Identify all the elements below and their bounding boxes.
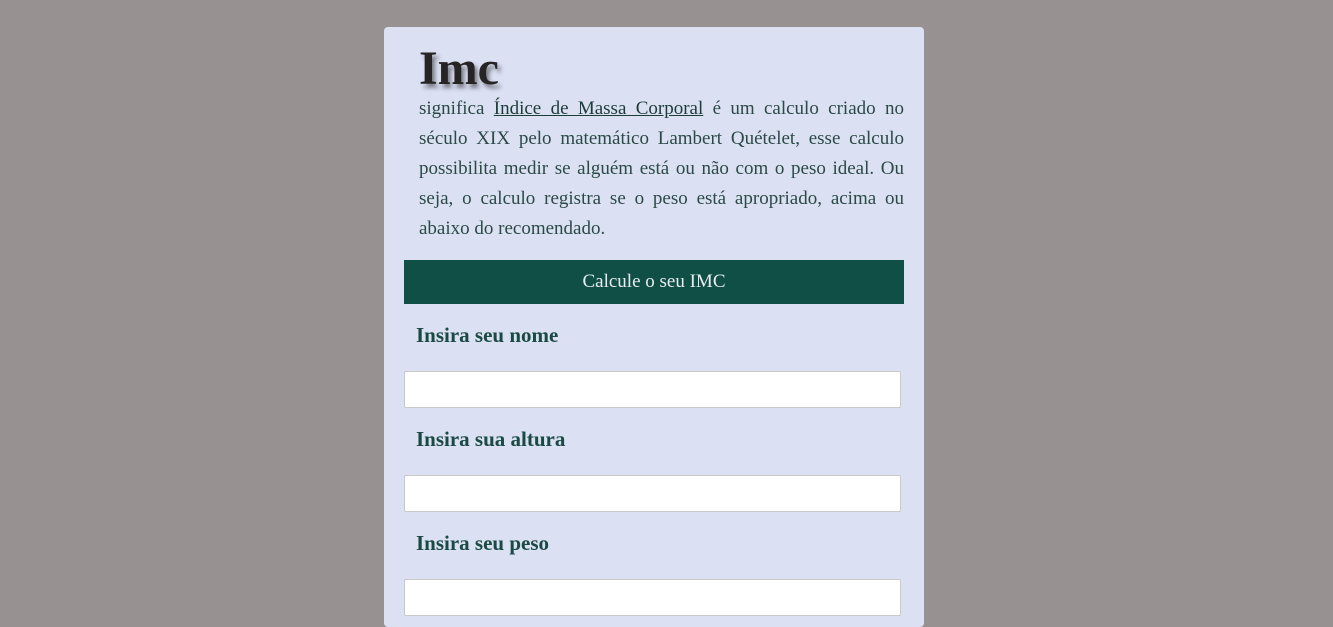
imc-definition-link[interactable]: Índice de Massa Corporal	[494, 98, 704, 119]
calculate-imc-button[interactable]: Calcule o seu IMC	[404, 260, 904, 304]
height-input[interactable]	[404, 475, 901, 512]
weight-input[interactable]	[404, 579, 901, 616]
imc-card: Imc significa Índice de Massa Corporal é…	[384, 27, 924, 627]
description-prefix: significa	[419, 98, 494, 119]
description-suffix: é um calculo criado no século XIX pelo m…	[419, 98, 904, 239]
name-label: Insira seu nome	[416, 323, 559, 347]
name-input[interactable]	[404, 371, 901, 408]
page-title: Imc	[419, 42, 499, 95]
weight-label: Insira seu peso	[416, 531, 550, 555]
imc-description: significa Índice de Massa Corporal é um …	[419, 94, 904, 244]
height-label: Insira sua altura	[416, 427, 566, 451]
